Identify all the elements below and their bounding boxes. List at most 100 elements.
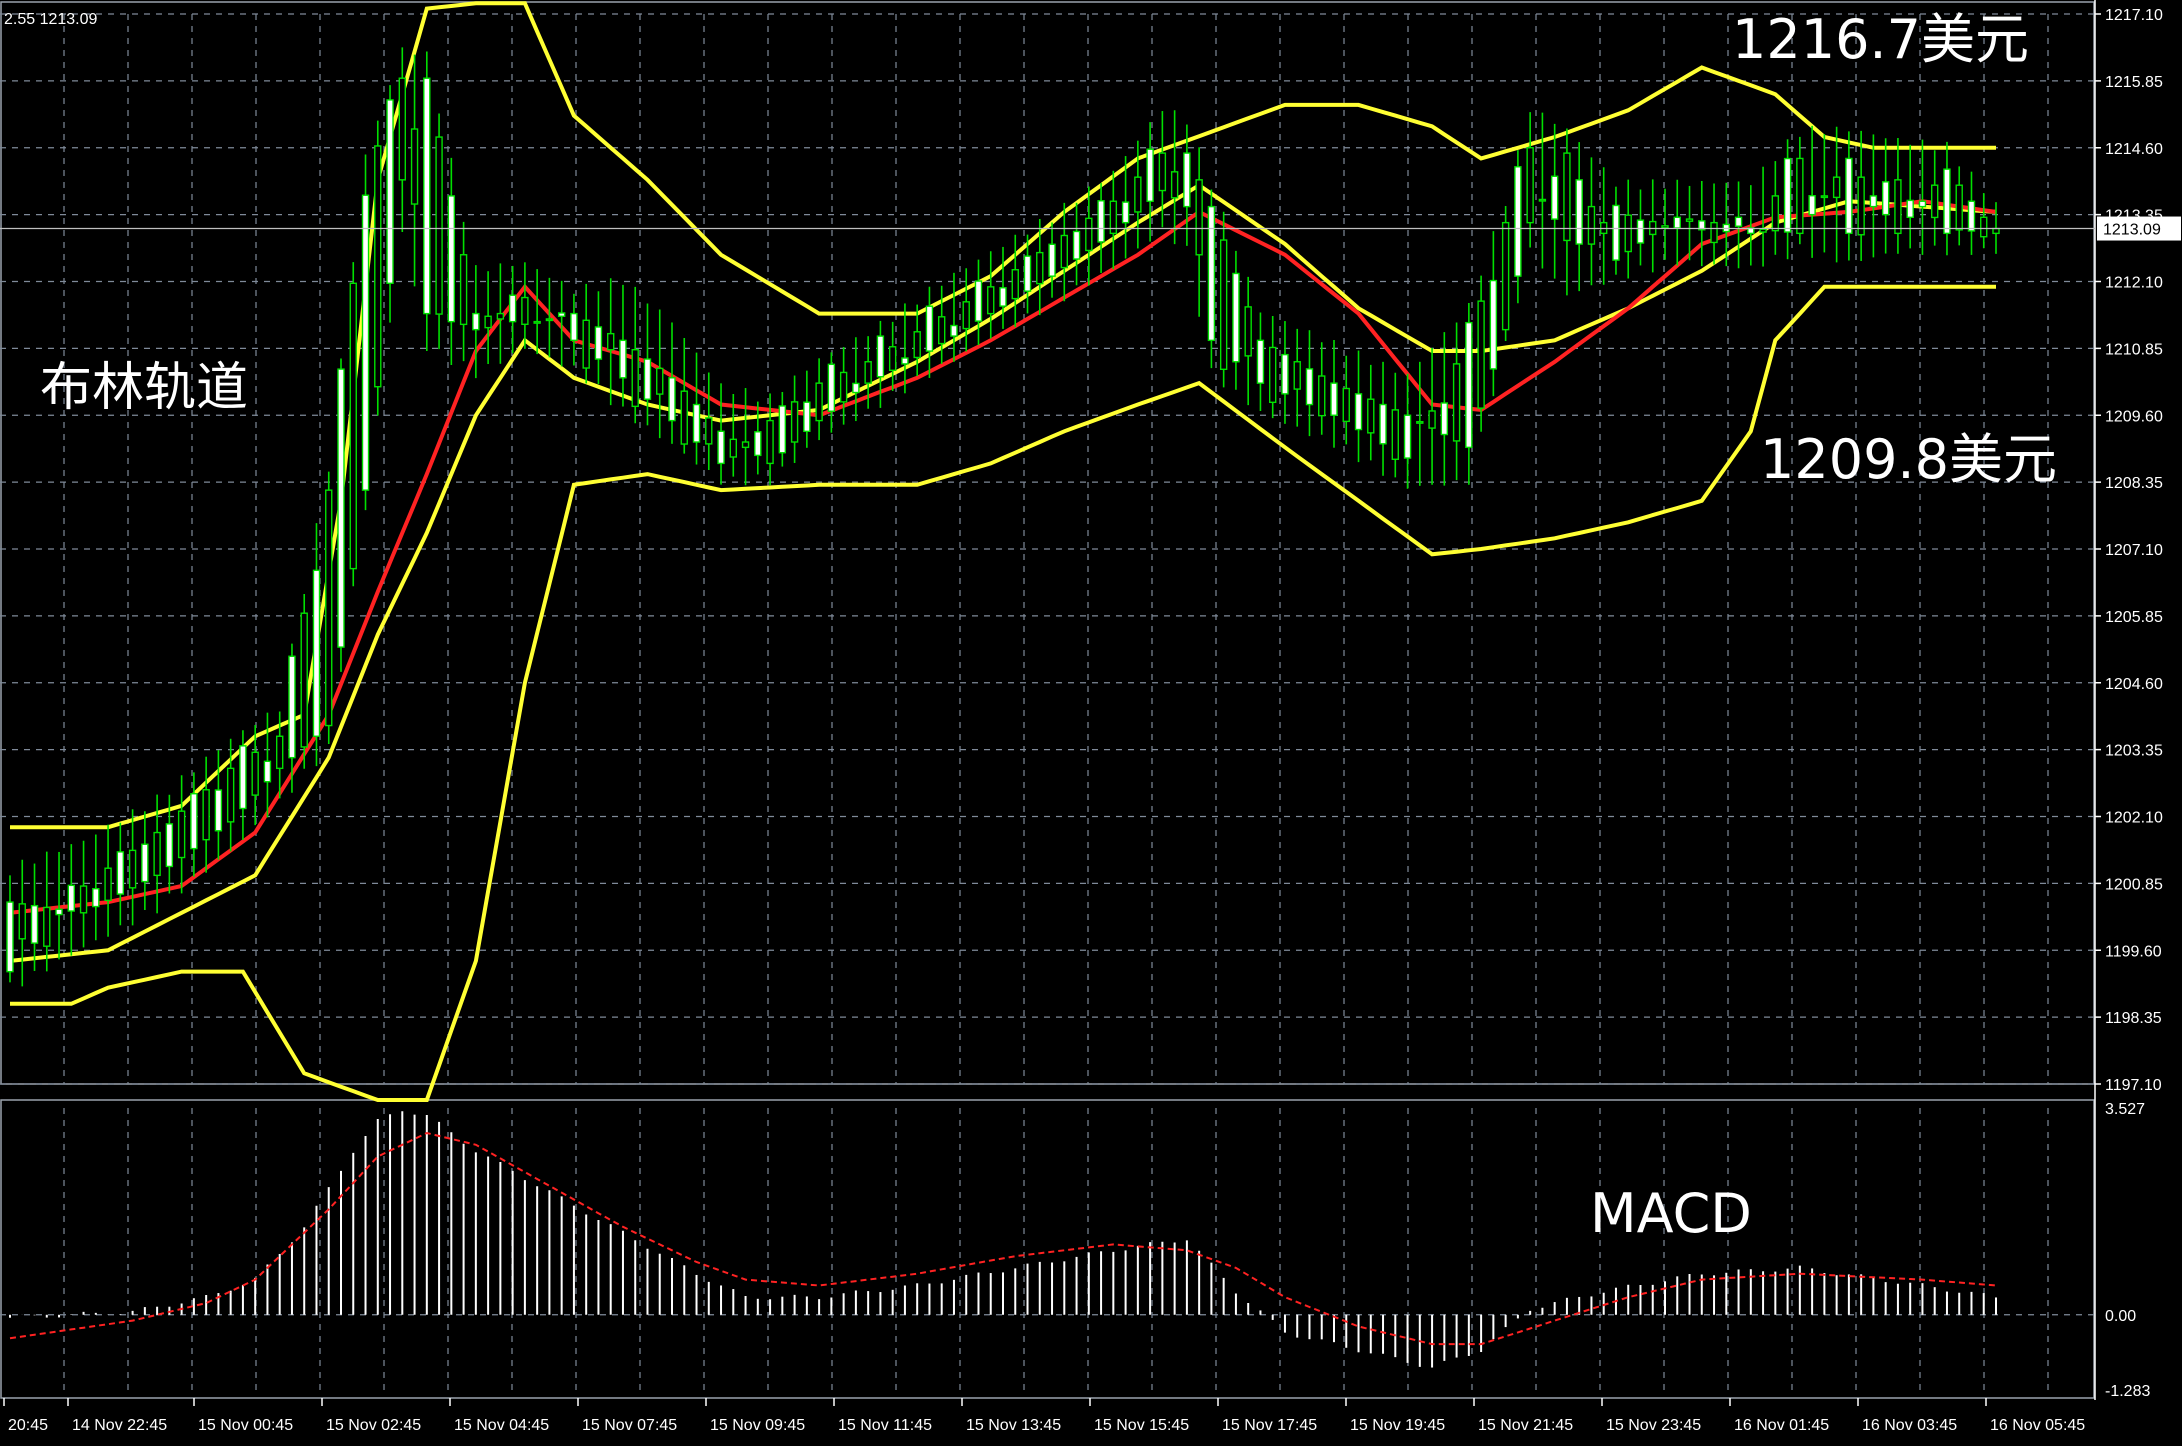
candle [680,338,688,454]
candle [1342,355,1350,445]
candle [1906,144,1914,249]
candle [1367,364,1375,461]
candle [1808,125,1816,258]
candle-body [1612,204,1620,261]
time-tick-label: 15 Nov 02:45 [326,1417,421,1434]
candle-body [1477,300,1485,409]
price-tick-label: 1197.10 [2105,1077,2162,1094]
candle-body [778,405,787,454]
candle-body [1857,176,1865,236]
candle [839,347,848,425]
candle-body [1232,272,1240,363]
time-tick-label: 16 Nov 01:45 [1734,1417,1829,1434]
candle [1661,188,1669,260]
candle [1452,322,1461,481]
candle-body [1318,375,1326,417]
candle [1943,141,1951,256]
candle-body [1943,168,1951,235]
candle [656,309,664,439]
candle-body [1023,255,1032,292]
candle [1612,186,1620,275]
candle [1967,171,1976,255]
lower-target-annotation: 1209.8美元 [1760,428,2057,491]
time-tick-label: 14 Nov 22:45 [72,1417,167,1434]
candle [987,251,995,339]
candle [974,259,983,346]
candle [349,262,357,587]
time-tick-label: 15 Nov 09:45 [710,1417,805,1434]
candle-body [901,357,909,365]
candle [312,523,321,767]
candle-body [508,294,517,323]
candle-body [1636,219,1645,244]
price-tick-label: 1200.85 [2105,876,2163,893]
candle-body [1342,387,1350,423]
candle-body [1661,225,1669,229]
candle [1881,138,1890,254]
candle [374,120,382,416]
candle [754,401,762,475]
candle [92,834,100,941]
candle-body [1330,382,1338,416]
candle-body [607,332,615,351]
candlesticks [6,47,2000,987]
candle-body [1931,184,1939,219]
candle [1465,302,1473,485]
candle [1685,185,1694,261]
candle [1219,211,1228,388]
candle-body [974,280,983,322]
candle-body [484,315,492,329]
candle-body [1845,157,1853,235]
candle [1698,180,1706,267]
candle [398,47,406,233]
candle-body [1354,393,1363,431]
candle [741,388,750,486]
candle [827,352,836,433]
candle-body [104,867,112,902]
time-tick-label: 16 Nov 03:45 [1862,1417,1957,1434]
candle-body [1514,166,1522,277]
candle [705,372,713,471]
candle [1244,276,1252,406]
candle-body [398,77,406,181]
candle [1293,328,1301,427]
candle [386,85,394,323]
candle [116,822,125,926]
candle-body [1183,152,1191,208]
candle [692,352,701,465]
candle [1845,131,1853,261]
candle-body [92,888,100,908]
candle-body [790,401,799,443]
candle [1281,321,1289,424]
candle-body [67,884,75,912]
time-tick-label: 15 Nov 11:45 [838,1417,932,1434]
candle [668,322,676,444]
candle-body [190,793,198,850]
candle [1330,340,1338,448]
candle-body [839,371,848,403]
candle-body [962,301,970,330]
candle [239,730,247,840]
candle-body [435,136,443,315]
time-axis[interactable]: 20:45 14 Nov 22:45 15 Nov 00:45 15 Nov 02:4… [3,1398,2085,1434]
candle [1269,316,1277,419]
candle-body [288,655,296,759]
candle [104,824,112,937]
candle [1060,202,1068,302]
candle-body [116,851,125,895]
candle [1379,361,1387,476]
time-tick-label: 15 Nov 00:45 [198,1417,293,1434]
candle-body [1980,216,1988,238]
candle [1085,186,1093,286]
candle-body [987,286,995,315]
header-readout: 2.55 1213.09 [4,11,98,28]
candle-body [1195,179,1203,256]
candle-body [1906,199,1914,219]
price-tick-label: 1209.60 [2105,408,2163,425]
candle [300,594,308,769]
candle-body [1759,228,1767,233]
candle [1416,361,1424,486]
candle-body [325,489,333,727]
candle-body [1146,148,1154,202]
price-tick-label: 1205.85 [2105,609,2163,626]
